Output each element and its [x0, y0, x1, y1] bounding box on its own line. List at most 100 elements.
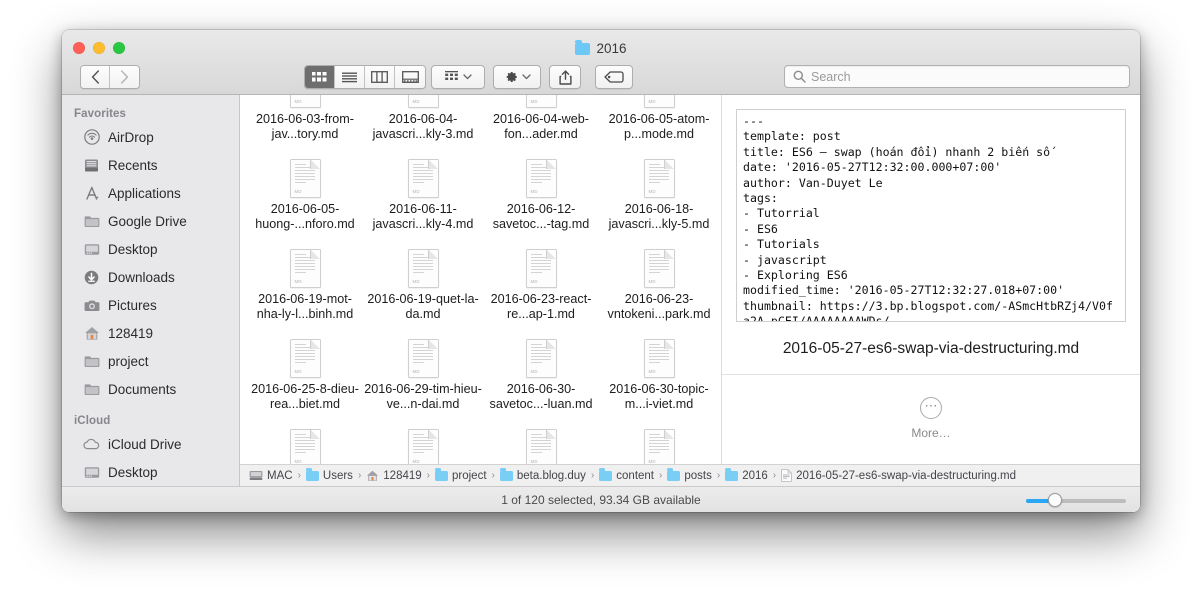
- folder-icon: [500, 471, 513, 481]
- sidebar-item-pictures[interactable]: Pictures: [62, 291, 239, 319]
- file-name: 2016-06-03-from-jav...tory.md: [246, 112, 364, 142]
- breadcrumb: MAC › Users › 128419 › project › beta.blog.duy › c…: [240, 464, 1140, 486]
- breadcrumb-item[interactable]: project: [435, 470, 487, 482]
- file-item[interactable]: MD2016-06-19-quet-la-da.md: [364, 241, 482, 331]
- drive-icon: [249, 470, 263, 481]
- sidebar-item-desktop[interactable]: Desktop: [62, 235, 239, 263]
- sidebar-item-label: Recents: [108, 158, 158, 173]
- gallery-view-button[interactable]: [395, 66, 425, 88]
- breadcrumb-separator: ›: [773, 470, 776, 481]
- breadcrumb-item[interactable]: 2016-05-27-es6-swap-via-destructuring.md: [781, 469, 1016, 482]
- sidebar-item-label: Applications: [108, 186, 181, 201]
- icon-size-slider[interactable]: [1026, 495, 1126, 505]
- sidebar-item-airdrop[interactable]: AirDrop: [62, 123, 239, 151]
- sidebar-section-header-favorites: Favorites: [62, 104, 239, 123]
- search-input[interactable]: [811, 70, 1111, 84]
- chevron-down-icon: [522, 74, 531, 80]
- file-item[interactable]: MD2016-06-29-tim-hieu-ve...n-dai.md: [364, 331, 482, 421]
- sidebar-item-downloads[interactable]: Downloads: [62, 263, 239, 291]
- icon-view-button[interactable]: [305, 66, 335, 88]
- breadcrumb-separator: ›: [659, 470, 662, 481]
- file-name: 2016-06-23-react-re...ap-1.md: [482, 292, 600, 322]
- file-item[interactable]: MD2016-06-04-web-fon...ader.md: [482, 95, 600, 151]
- action-menu-button[interactable]: [493, 65, 541, 89]
- sidebar-section-header-icloud: iCloud: [62, 403, 239, 430]
- column-view-button[interactable]: [365, 66, 395, 88]
- folder-icon: [575, 43, 590, 55]
- more-button[interactable]: ⋯ More…: [722, 375, 1140, 440]
- file-item[interactable]: MD2016-06-23-vntokeni...park.md: [600, 241, 718, 331]
- breadcrumb-separator: ›: [492, 470, 495, 481]
- column-view-icon: [371, 71, 388, 83]
- file-item[interactable]: MD 2016-06-12-savetoc...-tag.md: [482, 151, 600, 241]
- file-name: 2016-06-19-mot-nha-ly-l...binh.md: [246, 292, 364, 322]
- breadcrumb-item[interactable]: posts: [667, 470, 712, 482]
- breadcrumb-item[interactable]: beta.blog.duy: [500, 470, 586, 482]
- file-item[interactable]: MD2016-06-25-8-dieu-rea...biet.md: [246, 331, 364, 421]
- folder-icon: [83, 213, 100, 230]
- sidebar-item-home[interactable]: 128419: [62, 319, 239, 347]
- md-document-icon: MD: [526, 249, 557, 288]
- share-button[interactable]: [549, 65, 581, 89]
- breadcrumb-separator: ›: [427, 470, 430, 481]
- breadcrumb-separator: ›: [298, 470, 301, 481]
- sidebar-item-label: Downloads: [108, 270, 175, 285]
- sidebar-item-label: project: [108, 354, 149, 369]
- sidebar-item-icloud-desktop[interactable]: Desktop: [62, 458, 239, 486]
- file-name: 2016-06-29-tim-hieu-ve...n-dai.md: [364, 382, 482, 412]
- file-name: 2016-06-12-savetoc...-tag.md: [482, 202, 600, 232]
- folder-icon: [83, 381, 100, 398]
- window-body: Favorites AirDrop: [62, 95, 1140, 512]
- sidebar-item-google-drive[interactable]: Google Drive: [62, 207, 239, 235]
- breadcrumb-item[interactable]: 2016: [725, 470, 768, 482]
- file-item[interactable]: MD2016-06-03-from-jav...tory.md: [246, 95, 364, 151]
- list-view-button[interactable]: [335, 66, 365, 88]
- md-document-icon: MD: [526, 159, 557, 198]
- folder-icon: [83, 353, 100, 370]
- list-view-icon: [342, 72, 357, 83]
- sidebar-item-applications[interactable]: Applications: [62, 179, 239, 207]
- arrange-button[interactable]: [431, 65, 485, 89]
- sidebar-item-recents[interactable]: Recents: [62, 151, 239, 179]
- status-bar: 1 of 120 selected, 93.34 GB available: [62, 486, 1140, 512]
- breadcrumb-item[interactable]: content: [599, 470, 654, 482]
- breadcrumb-item[interactable]: 128419: [366, 470, 421, 482]
- file-name: 2016-06-18-javascri...kly-5.md: [600, 202, 718, 232]
- file-item[interactable]: MD2016-06-30-savetoc...-luan.md: [482, 331, 600, 421]
- file-item[interactable]: MD2016-06-19-mot-nha-ly-l...binh.md: [246, 241, 364, 331]
- desktop-icon: [83, 464, 100, 481]
- breadcrumb-label: project: [452, 470, 487, 482]
- preview-text-container: --- template: post title: ES6 — swap (ho…: [722, 95, 1140, 322]
- md-document-icon: MD: [526, 339, 557, 378]
- file-item[interactable]: MD2016-06-11-javascri...kly-4.md: [364, 151, 482, 241]
- gallery-view-icon: [402, 71, 419, 83]
- tag-button[interactable]: [595, 65, 633, 89]
- forward-button[interactable]: [110, 66, 139, 88]
- md-document-icon: MD: [408, 159, 439, 198]
- file-item[interactable]: MD2016-06-04-javascri...kly-3.md: [364, 95, 482, 151]
- folder-icon: [667, 471, 680, 481]
- md-document-icon: MD: [408, 429, 439, 468]
- search-icon: [793, 70, 806, 83]
- search-field[interactable]: [784, 65, 1130, 88]
- file-grid-area[interactable]: MD2016-06-03-from-jav...tory.mdMD2016-06…: [240, 95, 722, 512]
- md-document-icon: MD: [644, 95, 675, 108]
- file-item[interactable]: MD 2016-06-23-react-re...ap-1.md: [482, 241, 600, 331]
- file-item[interactable]: MD2016-06-05-huong-...nforo.md: [246, 151, 364, 241]
- sidebar-item-icloud-drive[interactable]: iCloud Drive: [62, 430, 239, 458]
- breadcrumb-separator: ›: [358, 470, 361, 481]
- folder-icon: [725, 471, 738, 481]
- back-button[interactable]: [81, 66, 110, 88]
- breadcrumb-item[interactable]: MAC: [249, 470, 293, 482]
- breadcrumb-label: beta.blog.duy: [517, 470, 586, 482]
- sidebar-item-documents[interactable]: Documents: [62, 375, 239, 403]
- breadcrumb-item[interactable]: Users: [306, 470, 353, 482]
- file-name: 2016-06-25-8-dieu-rea...biet.md: [246, 382, 364, 412]
- file-item[interactable]: MD2016-06-18-javascri...kly-5.md: [600, 151, 718, 241]
- sidebar-item-project[interactable]: project: [62, 347, 239, 375]
- slider-knob[interactable]: [1048, 493, 1062, 507]
- sidebar: Favorites AirDrop: [62, 95, 240, 512]
- file-item[interactable]: MD2016-06-30-topic-m...i-viet.md: [600, 331, 718, 421]
- breadcrumb-label: MAC: [267, 470, 293, 482]
- file-item[interactable]: MD2016-06-05-atom-p...mode.md: [600, 95, 718, 151]
